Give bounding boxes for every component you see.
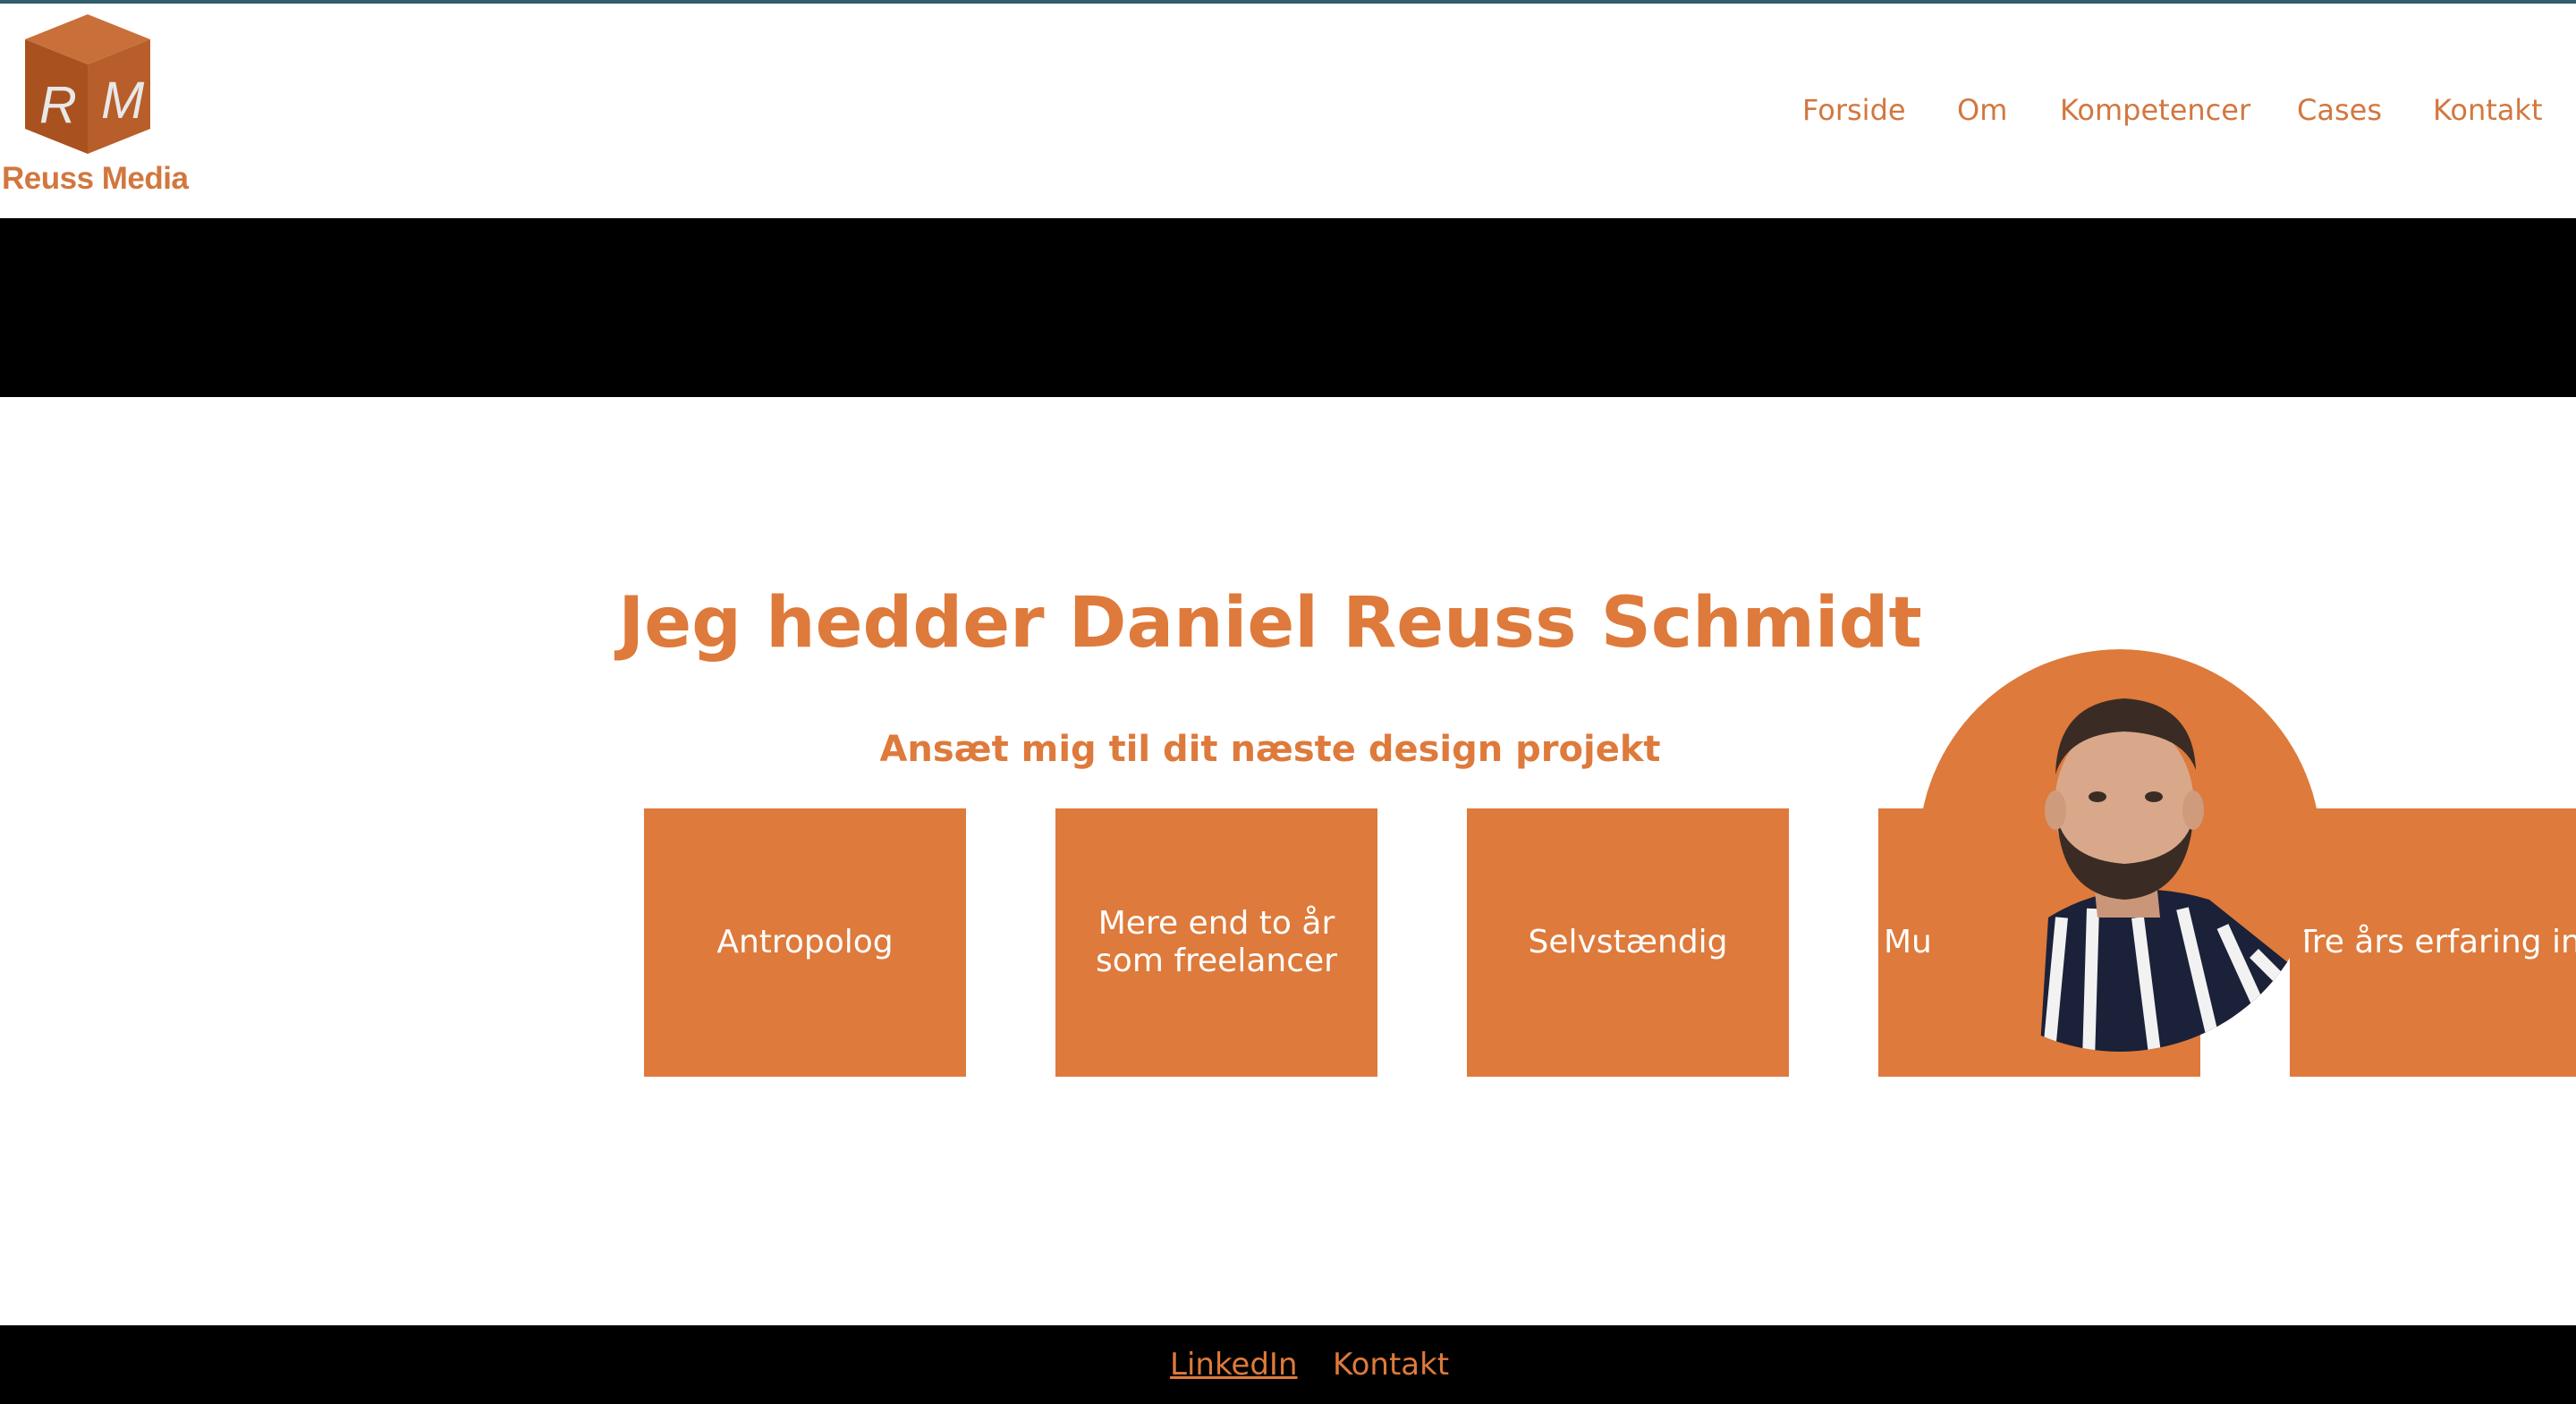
nav-item-forside[interactable]: Forside — [1802, 93, 1906, 127]
hero-banner — [0, 218, 2576, 397]
footer-link-kontakt[interactable]: Kontakt — [1333, 1347, 1449, 1383]
nav-item-kompetencer[interactable]: Kompetencer — [2060, 93, 2250, 127]
site-header: R M Reuss Media Forside Om Kompetencer C… — [0, 4, 2576, 218]
brand-name: Reuss Media — [2, 161, 189, 196]
nav-item-cases[interactable]: Cases — [2297, 93, 2382, 127]
skill-card-label: Selvstændig — [1528, 924, 1728, 960]
skill-card: Selvstændig — [1467, 808, 1789, 1077]
skill-card: Antropolog — [644, 808, 966, 1077]
skill-card-label: Tre års erfaring inden for marketin — [2297, 924, 2576, 960]
portrait-photo — [1919, 649, 2321, 1052]
main-nav: Forside Om Kompetencer Cases Kontakt — [0, 93, 2576, 138]
footer-link-linkedin[interactable]: LinkedIn — [1170, 1347, 1298, 1383]
nav-item-kontakt[interactable]: Kontakt — [2433, 93, 2542, 127]
skill-card: Mere end to år som freelancer — [1055, 808, 1377, 1077]
skill-card: Tre års erfaring inden for marketin — [2290, 808, 2576, 1077]
skill-card-label: Antropolog — [716, 924, 894, 960]
site-footer: LinkedIn Kontakt — [0, 1325, 2576, 1404]
nav-item-om[interactable]: Om — [1957, 93, 2007, 127]
skill-card-label: Mere end to år som freelancer — [1096, 905, 1337, 979]
